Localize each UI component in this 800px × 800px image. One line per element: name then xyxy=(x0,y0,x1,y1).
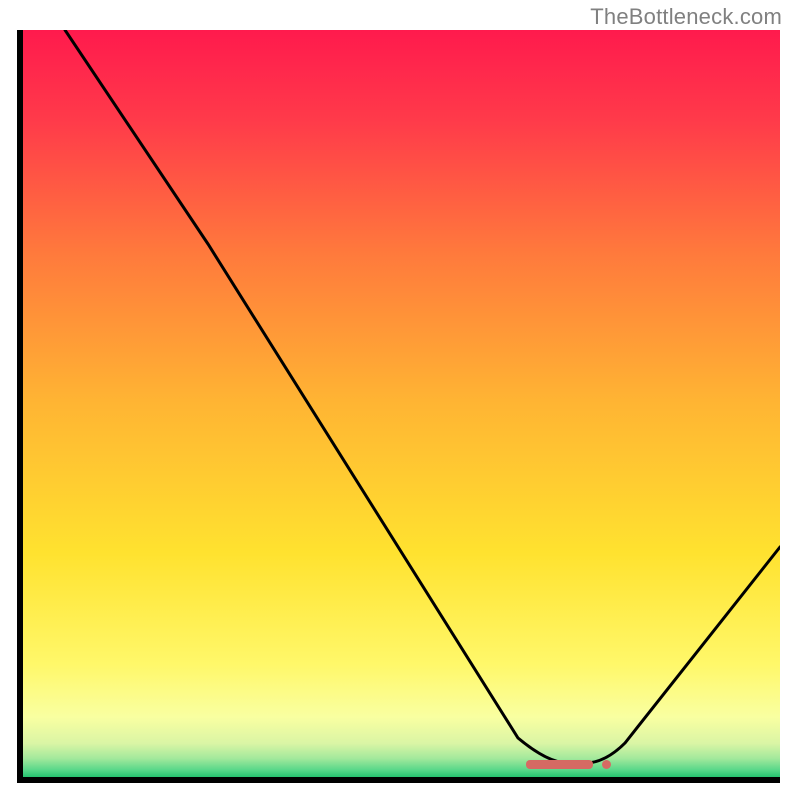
optimal-range-dot xyxy=(602,760,611,769)
chart-container: TheBottleneck.com xyxy=(0,0,800,800)
plot-area xyxy=(23,30,780,777)
optimal-range-marker xyxy=(526,760,593,769)
bottleneck-curve xyxy=(23,30,780,777)
watermark-text: TheBottleneck.com xyxy=(590,4,782,30)
